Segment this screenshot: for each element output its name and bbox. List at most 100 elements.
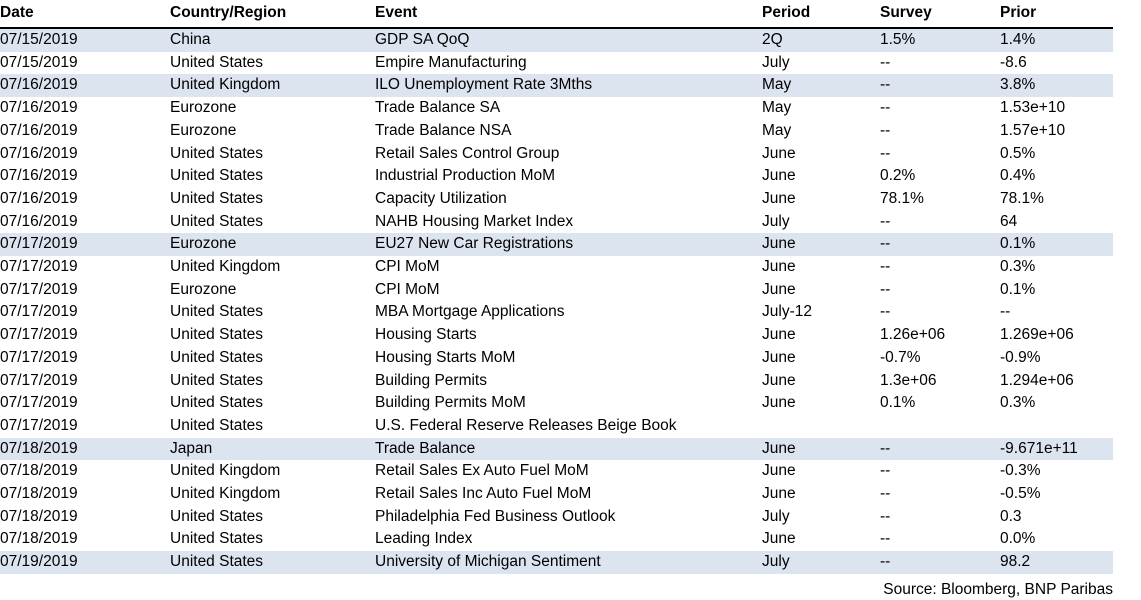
cell-survey: -- <box>880 233 1000 257</box>
cell-period: June <box>762 530 796 548</box>
cell-prior: 3.8% <box>1000 74 1113 98</box>
column-header-event: Event <box>375 0 762 29</box>
cell-country: United States <box>170 530 264 548</box>
cell-country: United States <box>170 167 264 185</box>
cell-country: United States <box>170 326 264 344</box>
cell-date: 07/19/2019 <box>0 551 170 574</box>
cell-event: Building Permits <box>375 371 487 389</box>
table-row: 07/17/2019 Eurozone EU27 New Car Registrat… <box>0 233 1113 257</box>
table-header-row: Date Country/Region Event Period Survey … <box>0 0 1113 29</box>
source-note: Source: Bloomberg, BNP Paribas <box>883 580 1113 598</box>
cell-date: 07/16/2019 <box>0 212 78 230</box>
table-row: 07/16/2019 United States NAHB Housing Mark… <box>0 211 1113 234</box>
cell-survey: 1.26e+06 <box>880 326 946 344</box>
cell-prior: 1.53e+10 <box>1000 99 1066 117</box>
column-header-country: Country/Region <box>170 0 375 29</box>
cell-date: 07/17/2019 <box>0 326 78 344</box>
cell-country: United States <box>170 371 264 389</box>
cell-survey: -- <box>880 530 891 548</box>
table-row: 07/16/2019 United Kingdom ILO Unemployment… <box>0 74 1113 98</box>
cell-country: Eurozone <box>170 121 237 139</box>
cell-date: 07/16/2019 <box>0 74 170 98</box>
cell-survey: 1.5% <box>880 28 1000 52</box>
cell-event: Retail Sales Control Group <box>375 144 560 162</box>
cell-event: Trade Balance <box>375 437 762 461</box>
cell-period: May <box>762 121 792 139</box>
cell-period: June <box>762 462 796 480</box>
cell-prior: -- <box>1000 303 1011 321</box>
cell-event: ILO Unemployment Rate 3Mths <box>375 74 762 98</box>
cell-date: 07/18/2019 <box>0 485 78 503</box>
cell-country: United States <box>170 303 264 321</box>
cell-survey: -- <box>880 437 1000 461</box>
cell-prior: -8.6 <box>1000 53 1027 71</box>
cell-country: United States <box>170 416 264 434</box>
cell-survey <box>880 415 1000 438</box>
cell-survey: -- <box>880 551 1000 574</box>
cell-prior: 78.1% <box>1000 189 1044 207</box>
table-row: 07/17/2019 United States Housing Starts Jun… <box>0 324 1113 347</box>
cell-survey: -- <box>880 507 891 525</box>
cell-period: July <box>762 53 790 71</box>
economic-calendar: Date Country/Region Event Period Survey … <box>0 0 1141 598</box>
cell-period: June <box>762 280 796 298</box>
cell-prior: 0.0% <box>1000 530 1036 548</box>
table-row: 07/17/2019 United States Housing Starts Mo… <box>0 347 1113 370</box>
cell-period: June <box>762 258 796 276</box>
cell-prior: 98.2 <box>1000 551 1113 574</box>
cell-survey: -- <box>880 303 891 321</box>
cell-survey: -- <box>880 280 891 298</box>
table-row: 07/17/2019 United States U.S. Federal Rese… <box>0 415 1113 438</box>
cell-event: Retail Sales Inc Auto Fuel MoM <box>375 485 592 503</box>
cell-prior: 0.1% <box>1000 280 1036 298</box>
table-row: 07/16/2019 Eurozone Trade Balance NSA May --… <box>0 120 1113 143</box>
table-header: Date Country/Region Event Period Survey … <box>0 0 1113 29</box>
cell-prior: 64 <box>1000 212 1018 230</box>
cell-period: June <box>762 348 796 366</box>
cell-date: 07/17/2019 <box>0 416 78 434</box>
cell-event: CPI MoM <box>375 280 440 298</box>
cell-survey: -- <box>880 53 891 71</box>
cell-date: 07/17/2019 <box>0 258 78 276</box>
cell-survey: 78.1% <box>880 189 924 207</box>
cell-prior: 1.294e+06 <box>1000 371 1074 389</box>
table-row: 07/16/2019 Eurozone Trade Balance SA May -- 1… <box>0 97 1113 120</box>
cell-country: United States <box>170 507 264 525</box>
cell-survey: -0.7% <box>880 348 921 366</box>
cell-date: 07/16/2019 <box>0 121 78 139</box>
cell-event: University of Michigan Sentiment <box>375 551 762 574</box>
cell-period: 2Q <box>762 28 880 52</box>
cell-event: Trade Balance NSA <box>375 121 512 139</box>
cell-period: July <box>762 212 790 230</box>
cell-prior: 0.4% <box>1000 167 1036 185</box>
cell-prior: -0.3% <box>1000 462 1041 480</box>
cell-event: Building Permits MoM <box>375 394 526 412</box>
cell-event: NAHB Housing Market Index <box>375 212 574 230</box>
cell-country: United States <box>170 348 264 366</box>
cell-date: 07/17/2019 <box>0 233 170 257</box>
table-row: 07/18/2019 United Kingdom Retail Sales Inc… <box>0 483 1113 506</box>
cell-survey: -- <box>880 485 891 503</box>
cell-date: 07/17/2019 <box>0 280 78 298</box>
cell-country: Eurozone <box>170 280 237 298</box>
cell-date: 07/16/2019 <box>0 189 78 207</box>
cell-period: July-12 <box>762 303 812 321</box>
cell-country: United Kingdom <box>170 485 281 503</box>
cell-country: United States <box>170 551 375 574</box>
cell-prior: -9.671e+11 <box>1000 437 1113 461</box>
cell-country: Eurozone <box>170 99 237 117</box>
table-row: 07/16/2019 United States Capacity Utilizat… <box>0 188 1113 211</box>
cell-date: 07/18/2019 <box>0 437 170 461</box>
cell-event: Philadelphia Fed Business Outlook <box>375 507 616 525</box>
cell-country: United States <box>170 53 264 71</box>
cell-event: Empire Manufacturing <box>375 53 527 71</box>
cell-survey: -- <box>880 144 891 162</box>
cell-period: June <box>762 167 796 185</box>
cell-date: 07/16/2019 <box>0 167 78 185</box>
table-row: 07/18/2019 Japan Trade Balance June -- -9.671… <box>0 437 1113 461</box>
cell-event: EU27 New Car Registrations <box>375 233 762 257</box>
cell-date: 07/18/2019 <box>0 530 78 548</box>
table-row: 07/15/2019 China GDP SA QoQ 2Q 1.5% 1.4% <box>0 28 1113 52</box>
table-row: 07/16/2019 United States Industrial Produc… <box>0 165 1113 188</box>
cell-country: United Kingdom <box>170 258 281 276</box>
